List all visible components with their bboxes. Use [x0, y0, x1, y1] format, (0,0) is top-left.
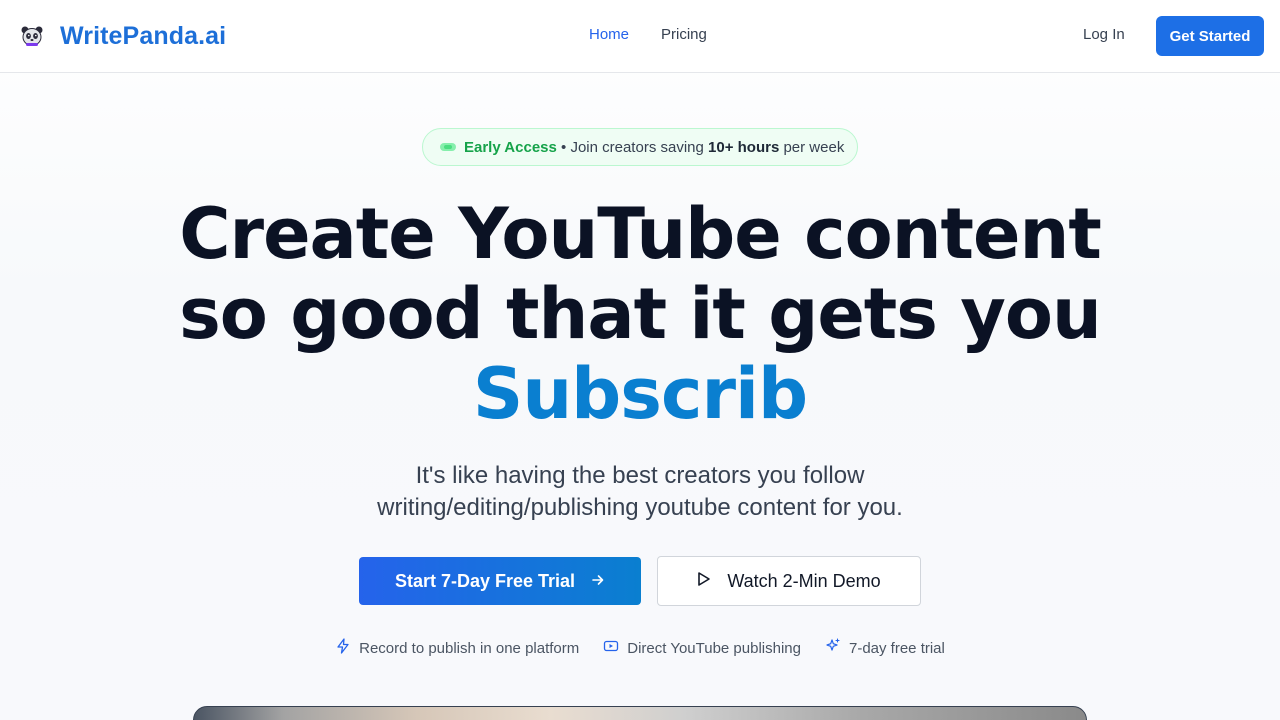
feature-item: 7-day free trial [825, 638, 945, 658]
hero-subtitle: It's like having the best creators you f… [0, 460, 1280, 524]
feature-item: Direct YouTube publishing [603, 638, 801, 658]
site-header: WritePanda.ai Home Pricing Log In Get St… [0, 0, 1280, 73]
demo-video-preview[interactable] [193, 706, 1087, 720]
headline-line-2: so good that it gets you [179, 273, 1102, 355]
hero-headline: Create YouTube content so good that it g… [0, 194, 1280, 434]
subtitle-line-1: It's like having the best creators you f… [415, 462, 865, 489]
lightning-icon [335, 638, 351, 658]
sparkles-icon [825, 638, 841, 658]
feature-label: Record to publish in one platform [359, 639, 580, 657]
badge-indicator-icon [440, 143, 456, 151]
subtitle-line-2: writing/editing/publishing youtube conte… [377, 494, 903, 521]
watch-demo-button[interactable]: Watch 2-Min Demo [657, 556, 921, 606]
panda-icon [20, 24, 44, 48]
badge-highlight: 10+ hours [708, 138, 780, 156]
login-link[interactable]: Log In [1083, 26, 1125, 43]
brand-name: WritePanda.ai [60, 21, 227, 50]
feature-label: Direct YouTube publishing [627, 639, 801, 657]
feature-item: Record to publish in one platform [335, 638, 579, 658]
early-access-badge: Early Access • Join creators saving 10+ … [422, 128, 858, 166]
play-icon [697, 571, 711, 592]
start-trial-label: Start 7-Day Free Trial [394, 570, 576, 591]
badge-text: • Join creators saving [556, 138, 709, 156]
watch-demo-label: Watch 2-Min Demo [727, 570, 881, 591]
get-started-button[interactable]: Get Started [1156, 16, 1264, 56]
feature-list: Record to publish in one platform Direct… [0, 638, 1280, 658]
nav-home-link[interactable]: Home [589, 26, 629, 43]
nav-pricing-link[interactable]: Pricing [661, 26, 707, 43]
arrow-right-icon [591, 571, 605, 592]
headline-highlight: Subscrib [472, 353, 808, 435]
feature-label: 7-day free trial [848, 639, 945, 657]
youtube-icon [603, 638, 619, 658]
start-trial-button[interactable]: Start 7-Day Free Trial [359, 557, 641, 605]
headline-line-1: Create YouTube content [179, 193, 1102, 275]
logo[interactable]: WritePanda.ai [20, 16, 226, 56]
main-nav: Home Pricing [589, 26, 707, 43]
badge-label: Early Access [464, 138, 557, 156]
badge-text-after: per week [779, 138, 845, 156]
